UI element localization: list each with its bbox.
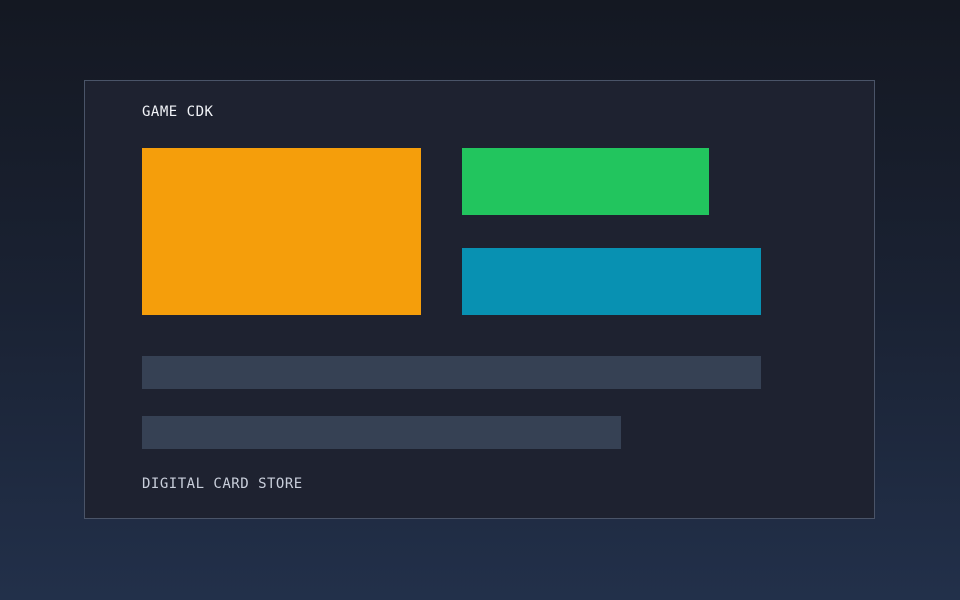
orange-tile[interactable] [142,148,421,315]
product-card: GAME CDK DIGITAL CARD STORE [84,80,875,519]
placeholder-bar [142,356,761,389]
teal-tile[interactable] [462,248,761,315]
card-title: GAME CDK [142,104,214,120]
placeholder-bar [142,416,621,449]
card-footer: DIGITAL CARD STORE [142,476,303,492]
green-tile[interactable] [462,148,709,215]
